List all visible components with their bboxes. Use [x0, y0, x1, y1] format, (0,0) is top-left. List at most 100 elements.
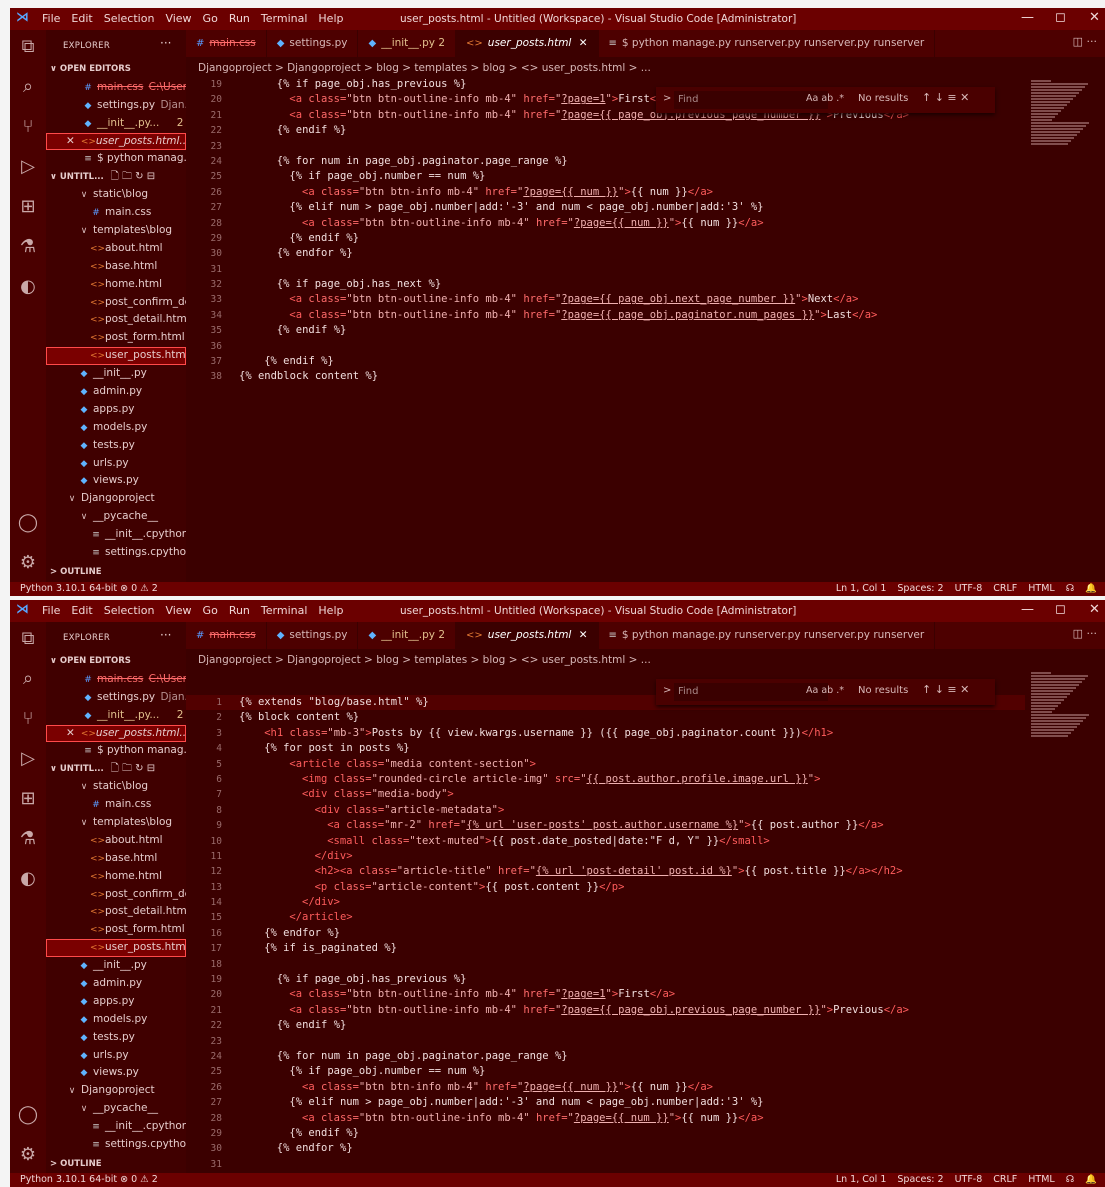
workspace-section[interactable]: ∨ UNTITL... 🗋 🗀 ↻ ⊟ — [46, 168, 186, 186]
close-window-button[interactable]: ✕ — [1089, 10, 1100, 25]
outline-section[interactable]: > OUTLINE — [46, 1156, 186, 1174]
menu-run[interactable]: Run — [229, 604, 250, 617]
status-item[interactable]: Ln 1, Col 1 — [836, 1174, 887, 1185]
open-editor-item[interactable]: ◆ __init__.py... 2 — [46, 115, 186, 133]
open-editor-item[interactable]: ≡ $ python manag... — [46, 150, 186, 168]
find-input[interactable]: Find — [674, 683, 828, 701]
explorer-item[interactable]: <>post_form.html — [46, 921, 186, 939]
workspace-section[interactable]: ∨ UNTITL... 🗋 🗀 ↻ ⊟ — [46, 760, 186, 778]
explorer-item[interactable]: ◆ tests.py — [46, 1029, 186, 1047]
menu-edit[interactable]: Edit — [71, 604, 92, 617]
explorer-item[interactable]: ◆ __init__.py — [46, 957, 186, 975]
code-line[interactable]: 28 <a class="btn btn-outline-info mb-4" h… — [186, 216, 1025, 231]
tab-html[interactable]: <> user_posts.html ✕ — [456, 622, 599, 649]
menu-go[interactable]: Go — [203, 604, 218, 617]
status-item[interactable]: UTF-8 — [955, 583, 983, 594]
code-line[interactable]: 13 <p class="article-content">{{ post.con… — [186, 880, 1025, 895]
code-line[interactable]: 34 <a class="btn btn-outline-info mb-4" h… — [186, 308, 1025, 323]
code-line[interactable]: 18 — [186, 957, 1025, 972]
explorer-item[interactable]: ≡ __init__.cpython-... — [46, 526, 186, 544]
status-item[interactable]: 🔔 — [1085, 583, 1097, 594]
find-toggle-replace-icon[interactable]: > — [663, 93, 671, 104]
code-line[interactable]: 28 <a class="btn btn-outline-info mb-4" h… — [186, 1111, 1025, 1126]
workspace-toolbar[interactable]: 🗋 🗀 ↻ ⊟ — [111, 171, 155, 182]
open-editor-item[interactable]: ◆ settings.py Djan... — [46, 97, 186, 115]
explorer-item[interactable]: ◆ views.py — [46, 1064, 186, 1082]
explorer-item[interactable]: ∨ Djangoproject — [46, 1082, 186, 1100]
status-item[interactable]: Spaces: 2 — [897, 583, 943, 594]
split-editor-icon[interactable]: ◫ ··· — [1073, 35, 1097, 48]
find-nav-buttons[interactable]: ↑ ↓ ≡ ✕ — [922, 683, 969, 696]
explorer-item[interactable]: ∨ __pycache__ — [46, 1100, 186, 1118]
menu-run[interactable]: Run — [229, 12, 250, 25]
explorer-item[interactable]: ◆ apps.py — [46, 401, 186, 419]
code-line[interactable]: 30 {% endfor %} — [186, 1141, 1025, 1156]
minimize-button[interactable]: — — [1021, 10, 1034, 25]
status-item[interactable]: ☊ — [1066, 583, 1074, 594]
explorer-item[interactable]: ≡ settings.cpython... — [46, 1136, 186, 1154]
status-item[interactable]: Spaces: 2 — [897, 1174, 943, 1185]
menu-file[interactable]: File — [42, 604, 60, 617]
code-line[interactable]: 35 {% endif %} — [186, 323, 1025, 338]
explorer-item[interactable]: <>post_confirm_de... — [46, 886, 186, 904]
code-line[interactable]: 14 </div> — [186, 895, 1025, 910]
status-item[interactable]: HTML — [1028, 583, 1054, 594]
breadcrumb[interactable]: Djangoproject > Djangoproject > blog > t… — [198, 654, 651, 666]
explorer-item[interactable]: ◆ __init__.py — [46, 365, 186, 383]
settings-gear-icon[interactable]: ⚙ — [17, 552, 39, 574]
status-item[interactable]: UTF-8 — [955, 1174, 983, 1185]
maximize-button[interactable]: ◻ — [1055, 602, 1066, 617]
tab-py[interactable]: ◆ __init__.py 2 — [358, 622, 457, 649]
search-icon[interactable]: ⌕ — [17, 668, 39, 690]
open-editor-item[interactable]: ≡ $ python manag... — [46, 742, 186, 760]
code-line[interactable]: 5 <article class="media content-section"> — [186, 757, 1025, 772]
code-line[interactable]: 27 {% elif num > page_obj.number|add:'-3'… — [186, 1095, 1025, 1110]
code-line[interactable]: 29 {% endif %} — [186, 231, 1025, 246]
open-editors-section[interactable]: ∨ OPEN EDITORS — [46, 653, 186, 671]
code-line[interactable]: 6 <img class="rounded-circle article-img"… — [186, 772, 1025, 787]
code-line[interactable]: 27 {% elif num > page_obj.number|add:'-3'… — [186, 200, 1025, 215]
explorer-item[interactable]: <>post_detail.html — [46, 903, 186, 921]
explorer-item[interactable]: <>user_posts.html — [46, 939, 186, 958]
run-debug-icon[interactable]: ▷ — [17, 156, 39, 178]
code-line[interactable]: 26 <a class="btn btn-info mb-4" href="?pa… — [186, 1080, 1025, 1095]
open-editor-item[interactable]: ◆ settings.py Djan... — [46, 689, 186, 707]
open-editor-item[interactable]: ✕ <>user_posts.html... — [46, 132, 186, 151]
code-line[interactable]: 32 {% if page_obj.has_next %} — [186, 277, 1025, 292]
menu-help[interactable]: Help — [318, 12, 343, 25]
explorer-item[interactable]: ◆ admin.py — [46, 975, 186, 993]
code-line[interactable]: 15 </article> — [186, 910, 1025, 925]
explorer-item[interactable]: # main.css — [46, 204, 186, 222]
menu-terminal[interactable]: Terminal — [261, 604, 308, 617]
explorer-item[interactable]: ◆ apps.py — [46, 993, 186, 1011]
explorer-item[interactable]: <>post_confirm_de... — [46, 294, 186, 312]
code-line[interactable]: 30 {% endfor %} — [186, 246, 1025, 261]
explorer-item[interactable]: <>base.html — [46, 850, 186, 868]
explorer-item[interactable]: ∨ templates\blog — [46, 222, 186, 240]
account-icon[interactable]: ◯ — [17, 512, 39, 534]
code-line[interactable]: 24 {% for num in page_obj.paginator.page_… — [186, 1049, 1025, 1064]
status-item[interactable]: CRLF — [993, 583, 1017, 594]
explorer-item[interactable]: <>about.html — [46, 240, 186, 258]
explorer-item[interactable]: ◆ views.py — [46, 472, 186, 490]
minimap[interactable] — [1031, 80, 1093, 150]
split-editor-icon[interactable]: ◫ ··· — [1073, 627, 1097, 640]
files-icon[interactable]: ⧉ — [17, 628, 39, 650]
open-editor-item[interactable]: ◆ __init__.py... 2 — [46, 707, 186, 725]
status-python-problems[interactable]: Python 3.10.1 64-bit ⊗ 0 ⚠ 2 — [20, 582, 158, 596]
code-line[interactable]: 22 {% endif %} — [186, 1018, 1025, 1033]
code-line[interactable]: 3 <h1 class="mb-3">Posts by {{ view.kwarg… — [186, 726, 1025, 741]
code-line[interactable]: 37 {% endif %} — [186, 354, 1025, 369]
open-editor-item[interactable]: # main.css C:\Users... — [46, 671, 186, 689]
extensions-icon[interactable]: ⊞ — [17, 788, 39, 810]
tab-term[interactable]: ≡ $ python manage.py runserver.py runserv… — [599, 30, 936, 57]
code-line[interactable]: 38 {% endblock content %} — [186, 369, 1025, 384]
code-line[interactable]: 17 {% if is_paginated %} — [186, 941, 1025, 956]
menu-go[interactable]: Go — [203, 12, 218, 25]
menu-view[interactable]: View — [165, 604, 191, 617]
find-options[interactable]: Aa ab .* — [806, 685, 844, 696]
code-line[interactable]: 26 <a class="btn btn-info mb-4" href="?pa… — [186, 185, 1025, 200]
status-item[interactable]: ☊ — [1066, 1174, 1074, 1185]
tab-close-icon[interactable]: ✕ — [579, 37, 588, 49]
explorer-item[interactable]: ◆ urls.py — [46, 455, 186, 473]
